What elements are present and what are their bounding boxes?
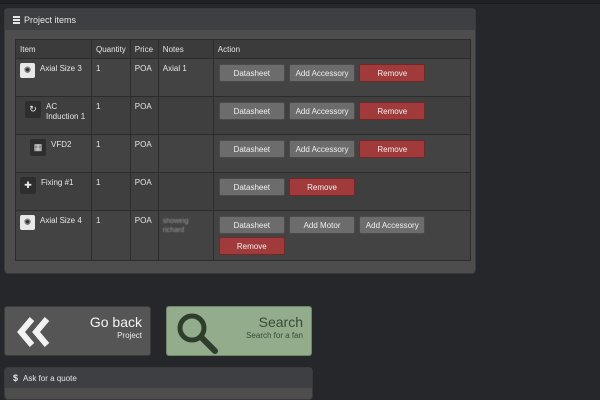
- remove-button[interactable]: Remove: [218, 237, 285, 255]
- item-price: POA: [129, 172, 159, 211]
- table-row: ↻ AC Induction 1 1 POA Datasheet Add Acc…: [15, 96, 472, 135]
- item-quantity: 1: [91, 58, 131, 97]
- go-back-title: Go back: [89, 314, 142, 330]
- list-icon: [13, 16, 20, 24]
- remove-button[interactable]: Remove: [359, 140, 426, 158]
- motor-icon: ↻: [25, 101, 41, 118]
- item-quantity: 1: [91, 134, 131, 173]
- fixing-icon: ✚: [20, 177, 36, 194]
- project-items-table: Item Quantity Price Notes Action ✺ Axial…: [15, 39, 472, 261]
- project-items-panel: Project items Item Quantity Price Notes …: [4, 8, 476, 274]
- column-header-action: Action: [212, 39, 472, 59]
- add-motor-button[interactable]: Add Motor: [289, 216, 356, 234]
- table-row: ✚ Fixing #1 1 POA Datasheet Remove: [15, 172, 472, 211]
- item-price: POA: [129, 96, 159, 135]
- table-row: ▦ VFD2 1 POA Datasheet Add Accessory Rem…: [15, 134, 472, 173]
- ask-quote-header[interactable]: $ Ask for a quote: [5, 368, 312, 388]
- table-row: ✺ Axial Size 3 1 POA Axial 1 Datasheet A…: [15, 58, 472, 97]
- item-name: Axial Size 3: [40, 64, 82, 73]
- search-subtitle: Search for a fan: [246, 331, 303, 340]
- go-back-subtitle: Project: [117, 331, 142, 340]
- panel-title: Project items: [24, 14, 77, 25]
- column-header-item: Item: [15, 39, 92, 59]
- fan-icon: ✺: [20, 215, 35, 230]
- ask-quote-panel: $ Ask for a quote: [4, 367, 313, 400]
- table-row: ✺ Axial Size 4 1 POA showing richard Dat…: [15, 210, 472, 261]
- table-header-row: Item Quantity Price Notes Action: [15, 39, 472, 59]
- add-accessory-button[interactable]: Add Accessory: [289, 64, 356, 82]
- remove-button[interactable]: Remove: [359, 64, 426, 82]
- item-price: POA: [129, 134, 159, 173]
- datasheet-button[interactable]: Datasheet: [218, 64, 285, 82]
- item-price: POA: [129, 210, 159, 261]
- remove-button[interactable]: Remove: [359, 102, 426, 120]
- column-header-notes: Notes: [157, 39, 214, 59]
- datasheet-button[interactable]: Datasheet: [218, 140, 285, 158]
- top-bar: [0, 0, 600, 4]
- add-accessory-button[interactable]: Add Accessory: [289, 102, 356, 120]
- column-header-quantity: Quantity: [91, 39, 131, 59]
- remove-button[interactable]: Remove: [289, 178, 356, 196]
- search-tile[interactable]: Search Search for a fan: [166, 306, 312, 356]
- datasheet-button[interactable]: Datasheet: [218, 216, 285, 234]
- ask-quote-title: Ask for a quote: [23, 373, 77, 383]
- item-name: AC Induction 1: [46, 102, 86, 121]
- panel-header: Project items: [5, 9, 475, 30]
- item-notes: showing richard: [162, 218, 189, 234]
- search-icon: [177, 313, 218, 354]
- column-header-price: Price: [129, 39, 159, 59]
- item-quantity: 1: [91, 96, 131, 135]
- item-name: Axial Size 4: [40, 216, 82, 225]
- dollar-icon: $: [13, 373, 19, 383]
- go-back-tile[interactable]: Go back Project: [4, 306, 151, 356]
- datasheet-button[interactable]: Datasheet: [218, 102, 285, 120]
- item-notes: Axial 1: [157, 58, 214, 97]
- item-notes: [157, 172, 214, 211]
- item-notes: [157, 96, 214, 135]
- drive-icon: ▦: [30, 139, 46, 156]
- add-accessory-button[interactable]: Add Accessory: [359, 216, 426, 234]
- item-name: VFD2: [51, 140, 72, 149]
- item-quantity: 1: [91, 210, 131, 261]
- item-price: POA: [129, 58, 159, 97]
- fan-icon: ✺: [20, 63, 35, 78]
- item-quantity: 1: [91, 172, 131, 211]
- search-title: Search: [258, 314, 303, 330]
- double-chevron-left-icon: [17, 317, 50, 347]
- item-notes: [157, 134, 214, 173]
- datasheet-button[interactable]: Datasheet: [218, 178, 285, 196]
- item-name: Fixing #1: [41, 178, 74, 187]
- add-accessory-button[interactable]: Add Accessory: [289, 140, 356, 158]
